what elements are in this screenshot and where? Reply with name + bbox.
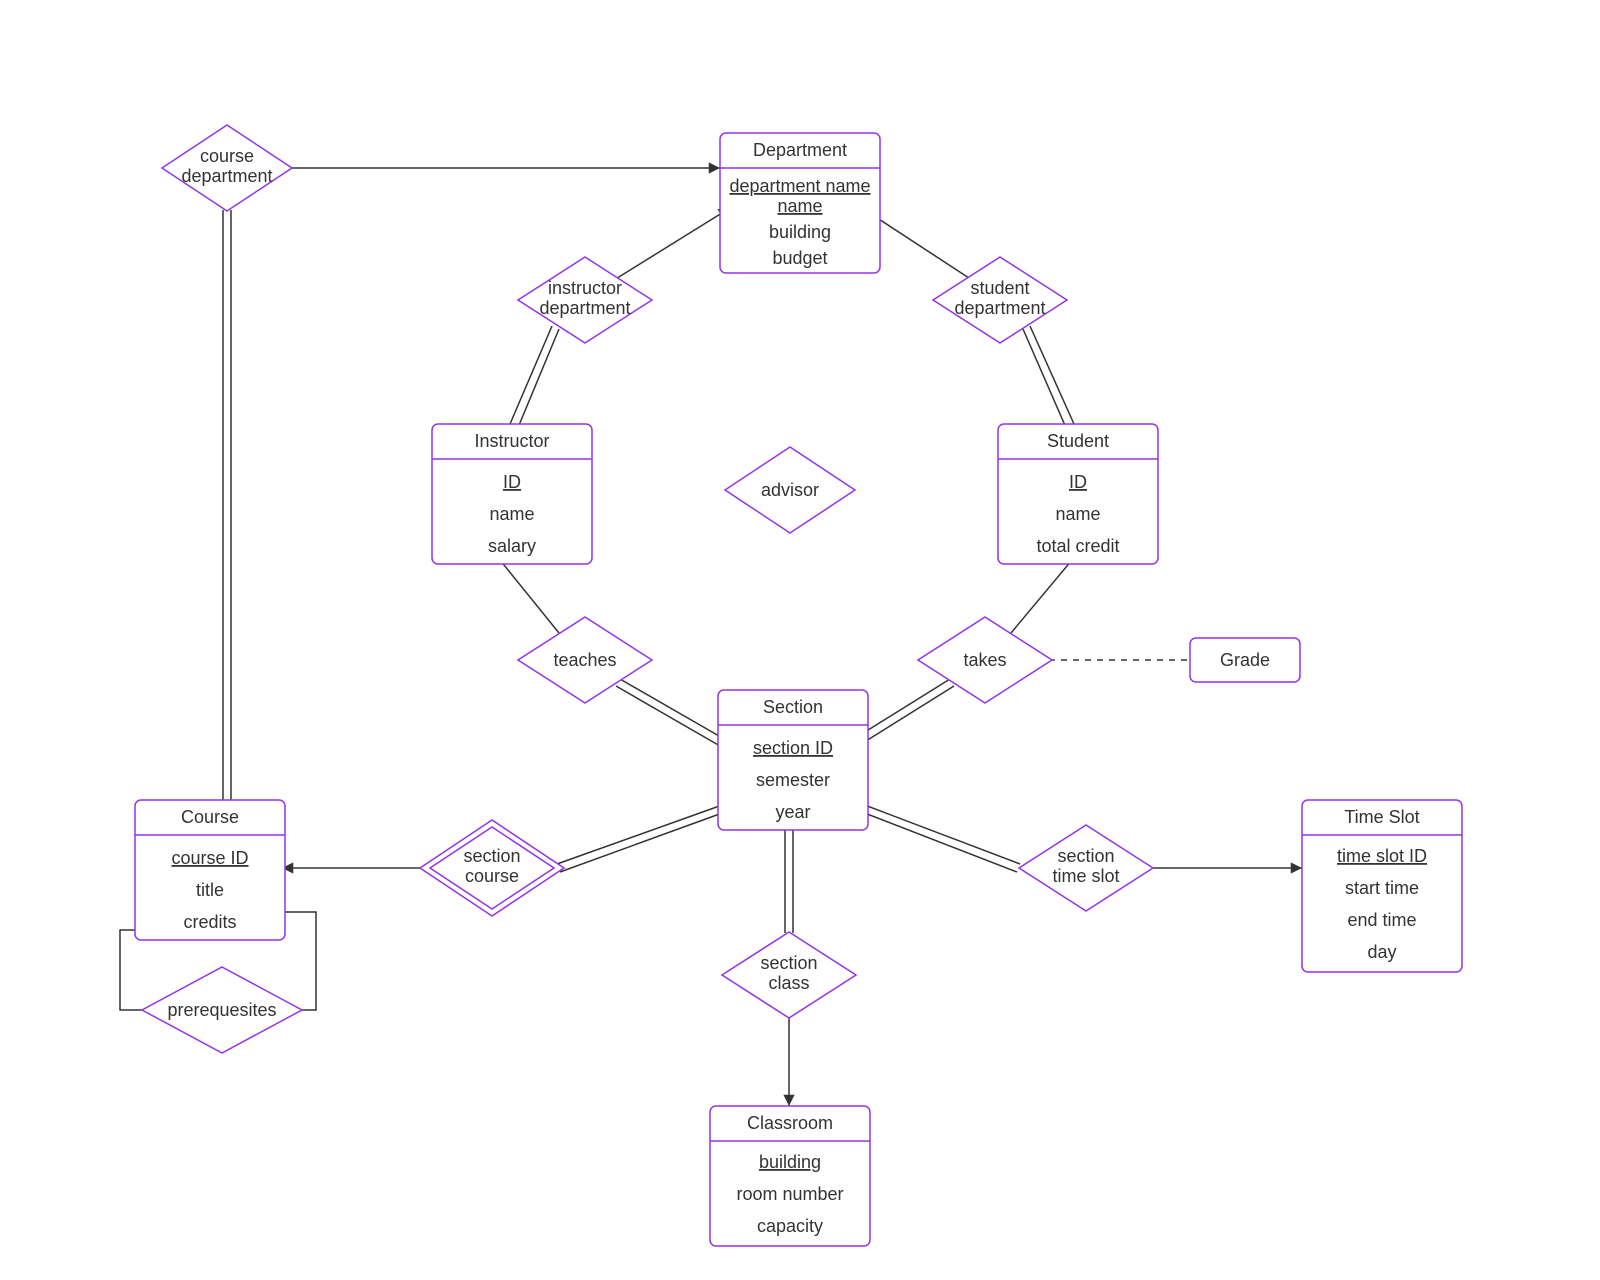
entity-attr: budget <box>772 248 827 268</box>
rel-instructor-department: instructor department <box>518 257 652 343</box>
entity-title: Instructor <box>474 431 549 451</box>
entity-attr: name <box>1055 504 1100 524</box>
entity-timeslot: Time Slot time slot ID start time end ti… <box>1302 800 1462 972</box>
entity-attr: name <box>489 504 534 524</box>
rel-prerequesites: prerequesites <box>142 967 302 1053</box>
entity-attr: start time <box>1345 878 1419 898</box>
edge-instrdept-instr-a <box>510 326 552 424</box>
rel-label: course <box>465 866 519 886</box>
edge-sectime-section-a <box>862 804 1020 864</box>
edge-seccourse-section-b <box>560 812 725 872</box>
rel-label: instructor <box>548 278 622 298</box>
entity-title: Student <box>1047 431 1109 451</box>
entity-attr: salary <box>488 536 536 556</box>
entity-pk: department name <box>729 176 870 196</box>
rel-label: department <box>954 298 1045 318</box>
entity-pk: ID <box>1069 472 1087 492</box>
edge-studdept-student-a <box>1030 326 1074 424</box>
entity-student: Student ID name total credit <box>998 424 1158 564</box>
rel-label: time slot <box>1052 866 1119 886</box>
entity-instructor: Instructor ID name salary <box>432 424 592 564</box>
edge-takes-section-a <box>858 686 954 746</box>
edge-sectime-section-b <box>862 812 1017 872</box>
edge-teaches-instructor <box>500 560 559 633</box>
entity-pk2: name <box>777 196 822 216</box>
rel-label: advisor <box>761 480 819 500</box>
entity-pk: section ID <box>753 738 833 758</box>
rel-takes: takes <box>918 617 1052 703</box>
entity-title: Grade <box>1220 650 1270 670</box>
entity-pk: time slot ID <box>1337 846 1427 866</box>
entity-attr: room number <box>736 1184 843 1204</box>
rel-label: teaches <box>553 650 616 670</box>
rel-label: section <box>463 846 520 866</box>
entity-attr: end time <box>1347 910 1416 930</box>
rel-label: department <box>181 166 272 186</box>
edge-teaches-section-a <box>616 686 720 746</box>
entity-attr: total credit <box>1036 536 1119 556</box>
entity-pk: course ID <box>171 848 248 868</box>
rel-label: class <box>768 973 809 993</box>
edge-takes-student <box>1011 560 1072 633</box>
rel-label: student <box>970 278 1029 298</box>
rel-label: section <box>1057 846 1114 866</box>
rel-label: department <box>539 298 630 318</box>
rel-section-course: section course <box>420 820 564 916</box>
entity-attr: year <box>775 802 810 822</box>
entity-title: Time Slot <box>1344 807 1419 827</box>
edge-instrdept-instr-b <box>517 329 559 430</box>
rel-advisor: advisor <box>725 447 855 533</box>
rel-label: takes <box>963 650 1006 670</box>
entity-pk: ID <box>503 472 521 492</box>
entity-course: Course course ID title credits <box>135 800 285 940</box>
rel-label: course <box>200 146 254 166</box>
entity-attr: capacity <box>757 1216 823 1236</box>
rel-label: section <box>760 953 817 973</box>
entity-attr: semester <box>756 770 830 790</box>
edge-instrdept-department <box>614 208 730 280</box>
edge-teaches-section-b <box>620 679 726 740</box>
edge-seccourse-section-a <box>557 804 725 864</box>
entity-title: Classroom <box>747 1113 833 1133</box>
entity-attr: day <box>1367 942 1396 962</box>
rel-course-department: course department <box>162 125 292 211</box>
entity-pk: building <box>759 1152 821 1172</box>
entity-classroom: Classroom building room number capacity <box>710 1106 870 1246</box>
entity-attr: credits <box>183 912 236 932</box>
entity-attr: building <box>769 222 831 242</box>
entity-department: Department department name name building… <box>720 133 880 273</box>
er-diagram: Department department name name building… <box>0 0 1600 1280</box>
rel-section-class: section class <box>722 932 856 1018</box>
edge-studdept-student-b <box>1023 329 1067 430</box>
entity-attr: title <box>196 880 224 900</box>
rel-teaches: teaches <box>518 617 652 703</box>
rel-label: prerequesites <box>167 1000 276 1020</box>
entity-title: Section <box>763 697 823 717</box>
entity-grade: Grade <box>1190 638 1300 682</box>
rel-section-timeslot: section time slot <box>1019 825 1153 911</box>
entity-title: Department <box>753 140 847 160</box>
entity-section: Section section ID semester year <box>718 690 868 830</box>
entity-title: Course <box>181 807 239 827</box>
rel-student-department: student department <box>933 257 1067 343</box>
